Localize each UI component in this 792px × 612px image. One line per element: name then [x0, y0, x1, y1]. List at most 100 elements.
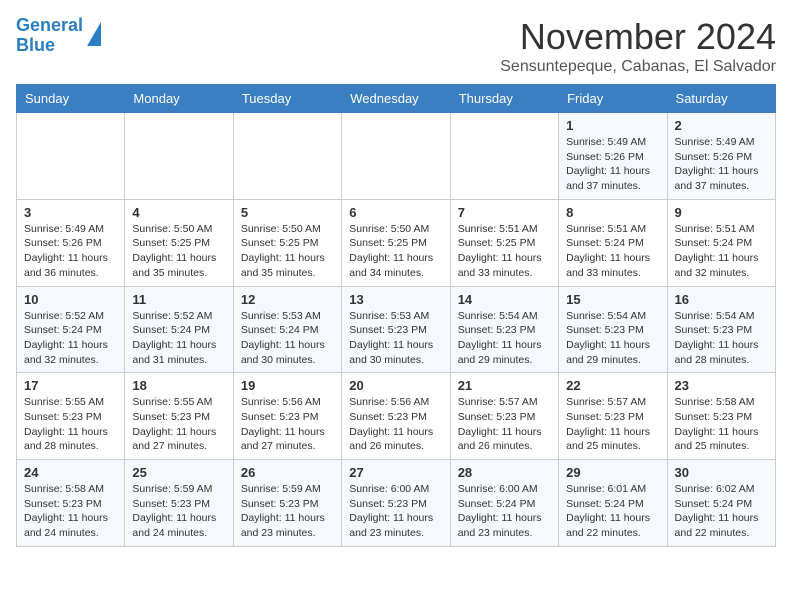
day-info: Sunrise: 6:00 AMSunset: 5:23 PMDaylight:… — [349, 482, 442, 541]
day-cell: 9 Sunrise: 5:51 AMSunset: 5:24 PMDaylight… — [667, 199, 775, 286]
day-cell: 6 Sunrise: 5:50 AMSunset: 5:25 PMDaylight… — [342, 199, 450, 286]
day-info: Sunrise: 5:50 AMSunset: 5:25 PMDaylight:… — [132, 222, 225, 281]
day-info: Sunrise: 5:58 AMSunset: 5:23 PMDaylight:… — [24, 482, 117, 541]
week-row-2: 10 Sunrise: 5:52 AMSunset: 5:24 PMDayligh… — [17, 286, 776, 373]
day-info: Sunrise: 5:56 AMSunset: 5:23 PMDaylight:… — [349, 395, 442, 454]
day-number: 7 — [458, 205, 551, 220]
day-number: 25 — [132, 465, 225, 480]
day-cell: 26 Sunrise: 5:59 AMSunset: 5:23 PMDayligh… — [233, 460, 341, 547]
day-cell: 20Sunrise: 5:56 AMSunset: 5:23 PMDayligh… — [342, 373, 450, 460]
day-cell: 1 Sunrise: 5:49 AMSunset: 5:26 PMDaylight… — [559, 113, 667, 200]
day-cell — [450, 113, 558, 200]
col-header-sunday: Sunday — [17, 85, 125, 113]
day-number: 8 — [566, 205, 659, 220]
day-cell: 27Sunrise: 6:00 AMSunset: 5:23 PMDayligh… — [342, 460, 450, 547]
day-cell: 30 Sunrise: 6:02 AMSunset: 5:24 PMDayligh… — [667, 460, 775, 547]
day-info: Sunrise: 5:52 AMSunset: 5:24 PMDaylight:… — [24, 309, 117, 368]
day-info: Sunrise: 5:51 AMSunset: 5:24 PMDaylight:… — [675, 222, 768, 281]
day-cell: 4 Sunrise: 5:50 AMSunset: 5:25 PMDaylight… — [125, 199, 233, 286]
col-header-saturday: Saturday — [667, 85, 775, 113]
week-row-4: 24 Sunrise: 5:58 AMSunset: 5:23 PMDayligh… — [17, 460, 776, 547]
day-info: Sunrise: 5:55 AMSunset: 5:23 PMDaylight:… — [24, 395, 117, 454]
day-cell: 3Sunrise: 5:49 AMSunset: 5:26 PMDaylight… — [17, 199, 125, 286]
col-header-monday: Monday — [125, 85, 233, 113]
day-info: Sunrise: 5:57 AMSunset: 5:23 PMDaylight:… — [458, 395, 551, 454]
day-info: Sunrise: 5:53 AMSunset: 5:23 PMDaylight:… — [349, 309, 442, 368]
day-number: 30 — [675, 465, 768, 480]
day-cell — [125, 113, 233, 200]
day-info: Sunrise: 5:49 AMSunset: 5:26 PMDaylight:… — [675, 135, 768, 194]
day-number: 28 — [458, 465, 551, 480]
day-info: Sunrise: 5:55 AMSunset: 5:23 PMDaylight:… — [132, 395, 225, 454]
week-row-0: 1 Sunrise: 5:49 AMSunset: 5:26 PMDaylight… — [17, 113, 776, 200]
day-number: 19 — [241, 378, 334, 393]
day-cell: 13Sunrise: 5:53 AMSunset: 5:23 PMDayligh… — [342, 286, 450, 373]
day-number: 14 — [458, 292, 551, 307]
day-info: Sunrise: 6:01 AMSunset: 5:24 PMDaylight:… — [566, 482, 659, 541]
day-cell: 21 Sunrise: 5:57 AMSunset: 5:23 PMDayligh… — [450, 373, 558, 460]
day-info: Sunrise: 5:51 AMSunset: 5:24 PMDaylight:… — [566, 222, 659, 281]
day-info: Sunrise: 5:49 AMSunset: 5:26 PMDaylight:… — [566, 135, 659, 194]
day-number: 17 — [24, 378, 117, 393]
day-cell: 25 Sunrise: 5:59 AMSunset: 5:23 PMDayligh… — [125, 460, 233, 547]
day-info: Sunrise: 5:50 AMSunset: 5:25 PMDaylight:… — [349, 222, 442, 281]
day-cell — [233, 113, 341, 200]
day-info: Sunrise: 5:54 AMSunset: 5:23 PMDaylight:… — [458, 309, 551, 368]
day-number: 9 — [675, 205, 768, 220]
day-cell — [342, 113, 450, 200]
col-header-thursday: Thursday — [450, 85, 558, 113]
day-info: Sunrise: 5:59 AMSunset: 5:23 PMDaylight:… — [132, 482, 225, 541]
day-number: 26 — [241, 465, 334, 480]
day-number: 23 — [675, 378, 768, 393]
day-cell: 14 Sunrise: 5:54 AMSunset: 5:23 PMDayligh… — [450, 286, 558, 373]
day-cell: 7 Sunrise: 5:51 AMSunset: 5:25 PMDaylight… — [450, 199, 558, 286]
day-number: 5 — [241, 205, 334, 220]
day-cell: 5Sunrise: 5:50 AMSunset: 5:25 PMDaylight… — [233, 199, 341, 286]
title-block: November 2024 Sensuntepeque, Cabanas, El… — [500, 16, 776, 76]
month-title: November 2024 — [500, 16, 776, 58]
day-number: 18 — [132, 378, 225, 393]
day-cell: 15Sunrise: 5:54 AMSunset: 5:23 PMDayligh… — [559, 286, 667, 373]
logo-icon — [87, 22, 101, 46]
day-number: 16 — [675, 292, 768, 307]
day-cell — [17, 113, 125, 200]
week-row-1: 3Sunrise: 5:49 AMSunset: 5:26 PMDaylight… — [17, 199, 776, 286]
day-info: Sunrise: 5:56 AMSunset: 5:23 PMDaylight:… — [241, 395, 334, 454]
day-cell: 19 Sunrise: 5:56 AMSunset: 5:23 PMDayligh… — [233, 373, 341, 460]
day-number: 12 — [241, 292, 334, 307]
day-number: 4 — [132, 205, 225, 220]
day-info: Sunrise: 5:54 AMSunset: 5:23 PMDaylight:… — [675, 309, 768, 368]
day-info: Sunrise: 5:57 AMSunset: 5:23 PMDaylight:… — [566, 395, 659, 454]
day-cell: 12 Sunrise: 5:53 AMSunset: 5:24 PMDayligh… — [233, 286, 341, 373]
day-info: Sunrise: 6:02 AMSunset: 5:24 PMDaylight:… — [675, 482, 768, 541]
day-number: 11 — [132, 292, 225, 307]
day-info: Sunrise: 5:52 AMSunset: 5:24 PMDaylight:… — [132, 309, 225, 368]
day-number: 1 — [566, 118, 659, 133]
day-info: Sunrise: 5:49 AMSunset: 5:26 PMDaylight:… — [24, 222, 117, 281]
day-cell: 17 Sunrise: 5:55 AMSunset: 5:23 PMDayligh… — [17, 373, 125, 460]
day-info: Sunrise: 6:00 AMSunset: 5:24 PMDaylight:… — [458, 482, 551, 541]
day-info: Sunrise: 5:53 AMSunset: 5:24 PMDaylight:… — [241, 309, 334, 368]
day-cell: 10 Sunrise: 5:52 AMSunset: 5:24 PMDayligh… — [17, 286, 125, 373]
col-header-friday: Friday — [559, 85, 667, 113]
location-subtitle: Sensuntepeque, Cabanas, El Salvador — [500, 58, 776, 76]
day-number: 6 — [349, 205, 442, 220]
day-info: Sunrise: 5:58 AMSunset: 5:23 PMDaylight:… — [675, 395, 768, 454]
day-number: 10 — [24, 292, 117, 307]
day-cell: 24 Sunrise: 5:58 AMSunset: 5:23 PMDayligh… — [17, 460, 125, 547]
day-number: 24 — [24, 465, 117, 480]
day-cell: 2 Sunrise: 5:49 AMSunset: 5:26 PMDaylight… — [667, 113, 775, 200]
day-cell: 8 Sunrise: 5:51 AMSunset: 5:24 PMDaylight… — [559, 199, 667, 286]
day-number: 2 — [675, 118, 768, 133]
day-info: Sunrise: 5:59 AMSunset: 5:23 PMDaylight:… — [241, 482, 334, 541]
week-row-3: 17 Sunrise: 5:55 AMSunset: 5:23 PMDayligh… — [17, 373, 776, 460]
calendar-table: SundayMondayTuesdayWednesdayThursdayFrid… — [16, 84, 776, 547]
day-cell: 11 Sunrise: 5:52 AMSunset: 5:24 PMDayligh… — [125, 286, 233, 373]
day-cell: 29 Sunrise: 6:01 AMSunset: 5:24 PMDayligh… — [559, 460, 667, 547]
day-cell: 16 Sunrise: 5:54 AMSunset: 5:23 PMDayligh… — [667, 286, 775, 373]
col-header-tuesday: Tuesday — [233, 85, 341, 113]
day-number: 21 — [458, 378, 551, 393]
page-header: GeneralBlue November 2024 Sensuntepeque,… — [16, 16, 776, 76]
day-number: 29 — [566, 465, 659, 480]
day-info: Sunrise: 5:51 AMSunset: 5:25 PMDaylight:… — [458, 222, 551, 281]
